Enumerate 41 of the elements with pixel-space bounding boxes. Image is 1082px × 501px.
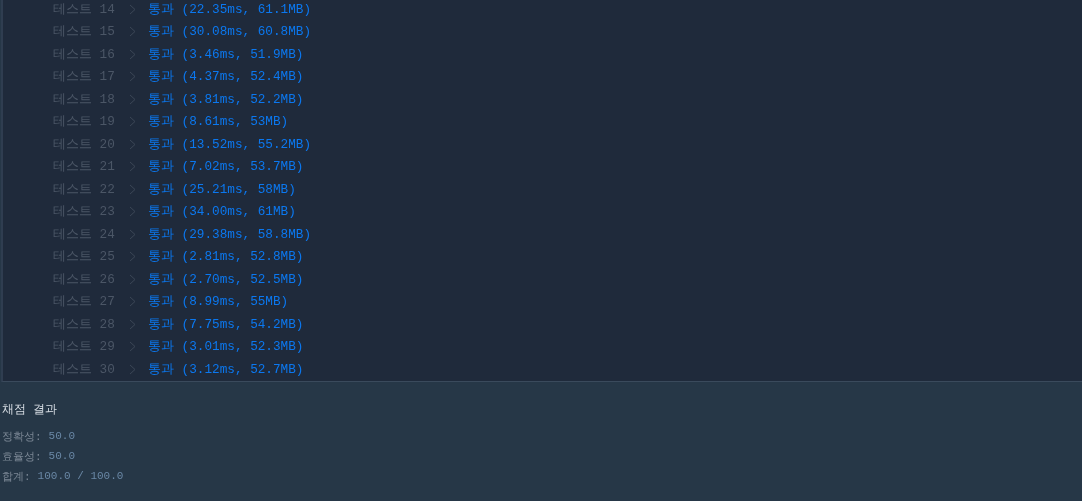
chevron-icon bbox=[129, 48, 136, 60]
chevron-icon bbox=[129, 93, 136, 105]
chevron-icon bbox=[129, 206, 136, 218]
test-result: 통과 (3.01ms, 52.3MB) bbox=[148, 338, 304, 356]
chevron-icon bbox=[129, 228, 136, 240]
score-label: 효율성: bbox=[2, 449, 42, 464]
chevron-icon bbox=[129, 296, 136, 308]
test-result: 통과 (7.75ms, 54.2MB) bbox=[148, 315, 304, 333]
test-result: 통과 (22.35ms, 61.1MB) bbox=[148, 0, 312, 18]
chevron-icon bbox=[129, 138, 136, 150]
test-result: 통과 (7.02ms, 53.7MB) bbox=[148, 158, 304, 176]
score-value: 50.0 bbox=[48, 450, 75, 462]
chevron-icon bbox=[129, 183, 136, 195]
chevron-icon bbox=[129, 71, 136, 83]
test-result: 통과 (2.81ms, 52.8MB) bbox=[148, 248, 304, 266]
test-result: 통과 (3.46ms, 51.9MB) bbox=[148, 45, 304, 63]
test-result: 통과 (8.99ms, 55MB) bbox=[148, 293, 289, 311]
test-result: 통과 (13.52ms, 55.2MB) bbox=[148, 135, 312, 153]
test-result: 통과 (2.70ms, 52.5MB) bbox=[148, 270, 304, 288]
score-value: 100.0 / 100.0 bbox=[37, 470, 124, 482]
chevron-icon bbox=[129, 161, 136, 173]
chevron-icon bbox=[129, 318, 136, 330]
summary-title: 채점 결과 bbox=[2, 402, 58, 418]
test-result: 통과 (4.37ms, 52.4MB) bbox=[148, 68, 304, 86]
test-result: 통과 (3.81ms, 52.2MB) bbox=[148, 90, 304, 108]
score-label: 정확성: bbox=[2, 429, 42, 444]
score-label: 합계: bbox=[2, 469, 31, 484]
chevron-icon bbox=[129, 341, 136, 353]
score-value: 50.0 bbox=[48, 430, 75, 442]
test-result: 통과 (3.12ms, 52.7MB) bbox=[148, 360, 304, 378]
chevron-icon bbox=[129, 3, 136, 15]
chevron-icon bbox=[129, 251, 136, 263]
test-result: 통과 (8.61ms, 53MB) bbox=[148, 113, 289, 131]
test-result: 통과 (29.38ms, 58.8MB) bbox=[148, 225, 312, 243]
chevron-icon bbox=[129, 116, 136, 128]
chevron-icon bbox=[129, 363, 136, 375]
chevron-icon bbox=[129, 26, 136, 38]
test-result: 통과 (25.21ms, 58MB) bbox=[148, 180, 296, 198]
test-result: 통과 (30.08ms, 60.8MB) bbox=[148, 23, 312, 41]
chevron-icon bbox=[129, 273, 136, 285]
test-result: 통과 (34.00ms, 61MB) bbox=[148, 203, 296, 221]
